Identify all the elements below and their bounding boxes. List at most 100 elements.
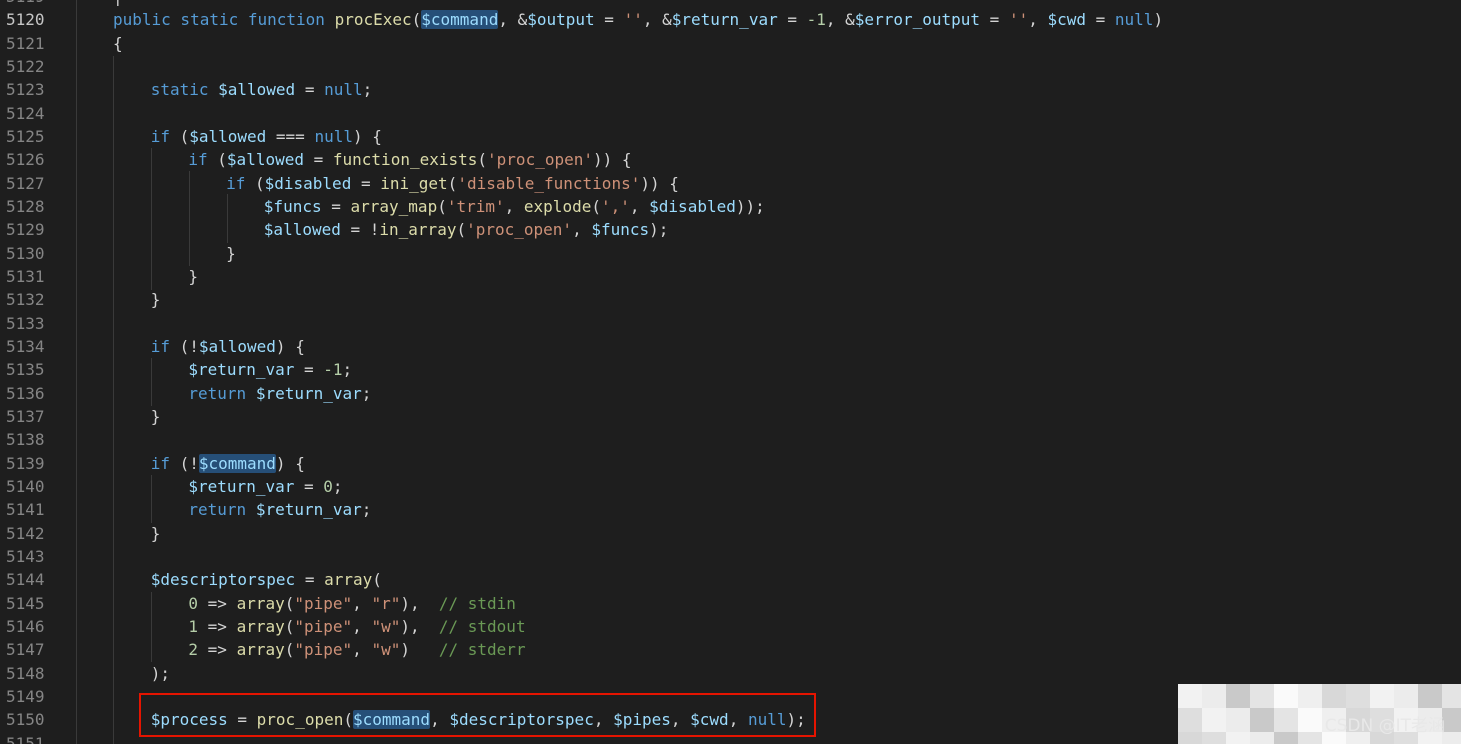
code-token-function: array (236, 616, 285, 636)
code-line[interactable]: return $return_var; (188, 382, 371, 405)
code-token-punctuation: } (150, 290, 161, 310)
code-token-function: array (324, 570, 373, 590)
line-number: 5132 (6, 290, 45, 310)
code-token-variable: $return_var (188, 476, 295, 496)
code-token-string: '' (1008, 10, 1029, 30)
code-line[interactable]: } (151, 522, 161, 545)
code-token-string: 'disable_functions' (457, 173, 641, 193)
code-token-punctuation: , (629, 196, 650, 216)
code-token-keyword: null (1114, 10, 1154, 30)
code-line[interactable]: $descriptorspec = array( (151, 568, 382, 591)
code-token-variable: $funcs (591, 220, 650, 240)
code-token-punctuation: ) { (275, 453, 305, 473)
code-line[interactable]: if (!$allowed) { (151, 335, 305, 358)
code-token-variable: $return_var (671, 10, 778, 30)
code-token-string: "w" (371, 640, 401, 660)
code-token-comment: // stderr (438, 640, 526, 660)
indent-guide (189, 171, 190, 266)
code-token-punctuation: )); (735, 196, 765, 216)
code-token-variable: $return_var (188, 360, 295, 380)
code-token-punctuation: ; (342, 360, 353, 380)
code-line[interactable]: $funcs = array_map('trim', explode(',', … (264, 195, 765, 218)
csdn-watermark: CSDN @IT老涵 (1324, 716, 1445, 736)
code-token-function: in_array (379, 220, 457, 240)
code-token-keyword: if (150, 126, 170, 146)
code-token-punctuation: = (351, 173, 381, 193)
line-number: 5130 (6, 243, 45, 263)
code-line[interactable]: $return_var = -1; (188, 358, 352, 381)
line-number: 5127 (6, 173, 45, 193)
code-line[interactable]: if ($disabled = ini_get('disable_functio… (226, 172, 679, 195)
code-line[interactable]: } (151, 405, 161, 428)
code-token-punctuation: ( (437, 196, 447, 216)
highlight-box-annotation (139, 693, 816, 737)
code-line[interactable]: $allowed = !in_array('proc_open', $funcs… (264, 218, 669, 241)
code-token-function: procExec (334, 10, 412, 30)
code-line[interactable]: } (151, 288, 161, 311)
code-line[interactable]: if (!$command) { (151, 452, 305, 475)
code-token-punctuation: ( (245, 173, 265, 193)
line-number: 5126 (6, 150, 45, 170)
code-token-punctuation: ( (456, 220, 467, 240)
code-line[interactable]: return $return_var; (188, 498, 371, 521)
code-line[interactable]: if ($allowed = function_exists('proc_ope… (188, 148, 631, 171)
code-token-number: 0 (188, 593, 199, 613)
code-token-punctuation: = (980, 10, 1009, 30)
code-token-punctuation: ), (400, 593, 439, 613)
code-token-punctuation: = ! (340, 220, 380, 240)
indent-guide (151, 148, 152, 290)
code-token-punctuation: = (295, 80, 325, 100)
code-line[interactable]: } (226, 242, 236, 265)
code-token-string: "pipe" (294, 593, 353, 613)
line-number: 5151 (6, 733, 45, 744)
code-token-punctuation: => (198, 640, 237, 660)
code-token-function: array_map (350, 196, 438, 216)
code-token-punctuation: ), (400, 616, 439, 636)
code-token-punctuation: )) { (640, 173, 679, 193)
code-line[interactable]: 1 => array("pipe", "w"), // stdout (188, 615, 525, 638)
code-token-variable: $disabled (649, 196, 736, 216)
code-token-variable: $descriptorspec (150, 570, 296, 590)
code-token-variable: $error_output (854, 10, 981, 30)
code-line[interactable]: if ($allowed === null) { (151, 125, 382, 148)
line-number: 5146 (6, 616, 45, 636)
line-number: 5147 (6, 640, 45, 660)
line-number: 5133 (6, 313, 45, 333)
code-token-keyword: if (226, 173, 246, 193)
code-token-punctuation: ( (284, 616, 295, 636)
code-token-number: -1 (323, 360, 343, 380)
indent-guide (227, 194, 228, 243)
code-token-keyword: null (324, 80, 363, 100)
code-line[interactable]: } (188, 265, 198, 288)
line-number: 5119 (6, 0, 56, 8)
code-token-string: '' (623, 10, 643, 30)
code-line[interactable]: static $allowed = null; (151, 78, 373, 101)
code-token-string: "w" (371, 616, 401, 636)
indent-guide (113, 56, 114, 744)
code-line[interactable]: 0 => array("pipe", "r"), // stdin (188, 592, 516, 615)
code-line[interactable]: ); (151, 662, 170, 685)
code-line[interactable]: 2 => array("pipe", "w") // stderr (188, 638, 525, 661)
code-token-variable: $cwd (1047, 10, 1086, 30)
indent-guide (151, 358, 152, 406)
indent-guide (76, 0, 77, 744)
line-number: 5149 (6, 686, 45, 706)
code-editor[interactable]: 5119 5120 5121 5122 5123 5124 5125 5126 5127 5128… (0, 0, 1461, 744)
code-token-punctuation: = (321, 196, 351, 216)
code-line[interactable]: public static function procExec($command… (113, 8, 1163, 31)
indent-guide (151, 592, 152, 662)
code-token-string: 'proc_open' (487, 150, 593, 170)
code-token-punctuation: = (295, 570, 325, 590)
code-line[interactable]: { (113, 32, 123, 55)
code-line[interactable]: | (113, 0, 123, 8)
code-token-variable: $return_var (255, 383, 362, 403)
code-token-punctuation: => (198, 593, 237, 613)
code-token-punctuation: } (150, 406, 161, 426)
code-token-comment: // stdout (438, 616, 526, 636)
code-token-punctuation: ( (411, 10, 422, 30)
code-token-function: array (236, 640, 285, 660)
code-token-keyword: if (188, 150, 208, 170)
code-line[interactable]: $return_var = 0; (188, 475, 342, 498)
line-number: 5138 (6, 430, 45, 450)
code-token-punctuation: ) { (352, 126, 382, 146)
